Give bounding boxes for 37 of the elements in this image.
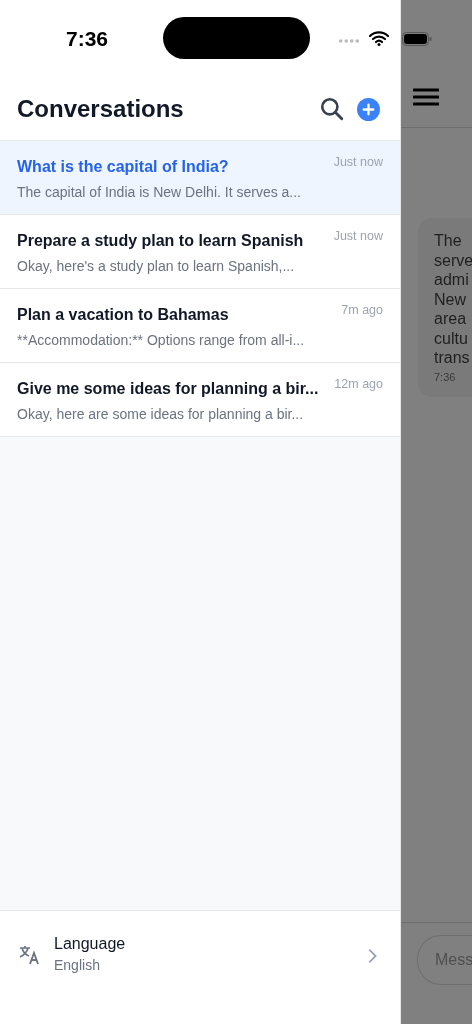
signal-icon xyxy=(338,38,360,44)
conversation-preview: Okay, here's a study plan to learn Spanish,... xyxy=(17,258,296,274)
message-text: New xyxy=(434,289,467,309)
conversation-title: Plan a vacation to Bahamas xyxy=(17,306,229,324)
conversation-title: Give me some ideas for planning a bir... xyxy=(17,380,319,398)
message-text: The xyxy=(434,231,463,251)
language-value: English xyxy=(54,957,101,973)
search-icon[interactable] xyxy=(319,96,345,122)
chevron-right-icon xyxy=(366,947,378,965)
status-time: 7:36 xyxy=(66,27,109,51)
message-text: serve xyxy=(434,250,472,270)
conversation-item[interactable]: Prepare a study plan to learn Spanish Just now Okay, here's a study plan to learn Spanish,... xyxy=(0,215,400,289)
conversation-item[interactable]: What is the capital of India? Just now The capital of India is New Delhi. It serves a... xyxy=(0,141,400,215)
message-text: cultu xyxy=(434,328,469,348)
language-setting[interactable]: Language English xyxy=(0,910,400,1024)
message-time: 7:36 xyxy=(434,370,457,383)
conversation-title: Prepare a study plan to learn Spanish xyxy=(17,232,304,250)
conversation-preview: **Accommodation:** Options range from all-i... xyxy=(17,332,306,348)
conversation-time: Just now xyxy=(333,229,383,243)
conversation-time: 12m ago xyxy=(334,377,383,391)
wifi-icon xyxy=(369,30,389,46)
conversation-item[interactable]: Plan a vacation to Bahamas 7m ago **Accommodation:** Options range from all-i... xyxy=(0,289,400,363)
drawer-title: Conversations xyxy=(17,95,185,123)
language-label: Language xyxy=(54,935,127,953)
conversation-preview: Okay, here are some ideas for planning a bir... xyxy=(17,406,305,422)
menu-icon[interactable] xyxy=(413,87,439,107)
conversation-title: What is the capital of India? xyxy=(17,158,229,176)
translate-icon xyxy=(18,943,42,967)
add-icon[interactable] xyxy=(357,97,380,121)
conversation-time: Just now xyxy=(333,155,383,169)
conversation-time: 7m ago xyxy=(341,303,383,317)
conversation-preview: The capital of India is New Delhi. It serves a... xyxy=(17,184,302,200)
message-text: area xyxy=(434,309,468,329)
conversation-item[interactable]: Give me some ideas for planning a bir... 12m ago Okay, here are some ideas for planning a bir... xyxy=(0,363,400,437)
message-text: admi xyxy=(434,270,470,290)
battery-icon xyxy=(402,32,432,46)
message-text: trans xyxy=(434,348,471,368)
